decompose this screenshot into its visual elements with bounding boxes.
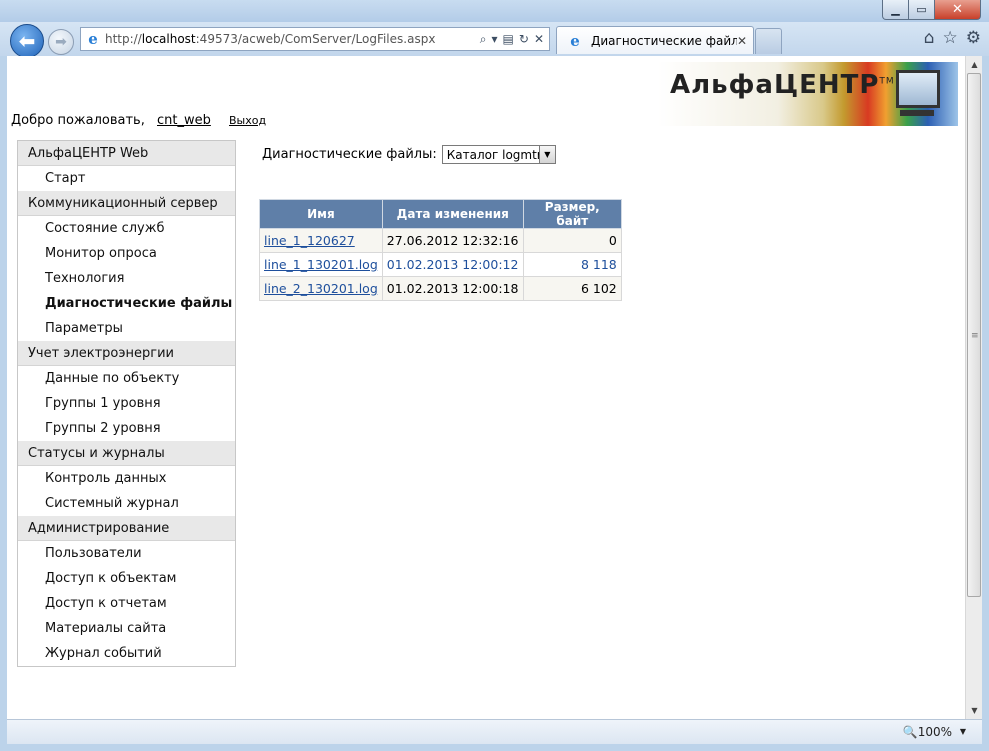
catalog-select-value: Каталог logmtr (446, 147, 539, 162)
ie-logo-icon: e (88, 30, 98, 48)
menu-item-diagnostic-files[interactable]: Диагностические файлы (18, 291, 235, 316)
files-table: Имя Дата изменения Размер, байт line_1_1… (259, 199, 622, 301)
back-button[interactable]: ⬅ (10, 24, 44, 58)
logout-link[interactable]: Выход (229, 114, 266, 127)
menu-item-groups-level-2[interactable]: Группы 2 уровня (18, 416, 235, 441)
menu-item-poll-monitor[interactable]: Монитор опроса (18, 241, 235, 266)
file-size: 6 102 (522, 276, 622, 301)
filter-label: Диагностические файлы: (262, 147, 437, 162)
address-bar[interactable]: e http://localhost:49573/acweb/ComServer… (80, 27, 550, 51)
file-date: 01.02.2013 12:00:18 (381, 276, 524, 301)
menu-item-technology[interactable]: Технология (18, 266, 235, 291)
home-icon[interactable]: ⌂ (924, 28, 935, 48)
url-text[interactable]: http://localhost:49573/acweb/ComServer/L… (105, 32, 480, 46)
column-header-date[interactable]: Дата изменения (381, 199, 524, 229)
file-name-link[interactable]: line_1_130201.log (259, 252, 383, 277)
vertical-scrollbar[interactable]: ▲ ≡ ▼ (965, 56, 982, 719)
table-header-row: Имя Дата изменения Размер, байт (259, 199, 622, 229)
monitor-stand-icon (900, 110, 934, 116)
close-icon: ✕ (952, 2, 963, 17)
menu-item-groups-level-1[interactable]: Группы 1 уровня (18, 391, 235, 416)
browser-statusbar: 🔍100% ▼ (7, 719, 982, 744)
menu-group-energy-accounting[interactable]: Учет электроэнергии (18, 341, 235, 366)
column-header-size[interactable]: Размер, байт (522, 199, 622, 229)
scrollbar-thumb[interactable]: ≡ (967, 73, 981, 597)
side-menu: АльфаЦЕНТР Web Старт Коммуникационный се… (17, 140, 236, 667)
table-row: line_1_120627 27.06.2012 12:32:16 0 (259, 228, 622, 253)
table-row: line_1_130201.log 01.02.2013 12:00:12 8 … (259, 252, 622, 277)
minimize-button[interactable]: ▁ (882, 0, 909, 20)
gear-icon[interactable]: ⚙ (966, 28, 981, 48)
welcome-text: Добро пожаловать, (11, 113, 145, 128)
zoom-level: 100% (917, 725, 952, 739)
menu-item-start[interactable]: Старт (18, 166, 235, 191)
minimize-icon: ▁ (891, 3, 900, 16)
address-actions: ⌕ ▾ ▤ ↻ ✕ (480, 32, 549, 47)
scroll-up-icon[interactable]: ▲ (966, 56, 983, 73)
browser-tools: ⌂ ☆ ⚙ (924, 28, 981, 48)
window-titlebar: ▁ ▭ ✕ (0, 0, 989, 22)
menu-item-parameters[interactable]: Параметры (18, 316, 235, 341)
page-viewport: АльфаЦЕНТРTM Добро пожаловать, cnt_web В… (7, 56, 965, 719)
table-row: line_2_130201.log 01.02.2013 12:00:18 6 … (259, 276, 622, 301)
scroll-down-icon[interactable]: ▼ (966, 702, 983, 719)
menu-group-statuses-logs[interactable]: Статусы и журналы (18, 441, 235, 466)
menu-item-object-access[interactable]: Доступ к объектам (18, 566, 235, 591)
monitor-icon (896, 70, 940, 108)
ie-logo-icon: e (570, 31, 580, 50)
arrow-left-icon: ⬅ (18, 29, 36, 53)
new-tab-button[interactable] (755, 28, 782, 54)
column-header-name[interactable]: Имя (259, 199, 383, 229)
welcome-line: Добро пожаловать, cnt_web Выход (11, 113, 266, 128)
menu-item-report-access[interactable]: Доступ к отчетам (18, 591, 235, 616)
logo-text: АльфаЦЕНТРTM (670, 70, 895, 100)
refresh-icon[interactable]: ↻ (519, 32, 529, 47)
browser-navbar: ⬅ ➡ e http://localhost:49573/acweb/ComSe… (0, 22, 989, 58)
menu-item-site-materials[interactable]: Материалы сайта (18, 616, 235, 641)
file-size: 8 118 (522, 252, 622, 277)
tab-diagnostic-files[interactable]: e Диагностические файлы ✕ (556, 26, 754, 54)
username-link[interactable]: cnt_web (157, 113, 211, 128)
window-controls: ▁ ▭ ✕ (882, 0, 981, 20)
zoom-control[interactable]: 🔍100% (903, 725, 952, 739)
search-icon[interactable]: ⌕ (480, 32, 487, 47)
tab-title: Диагностические файлы (591, 33, 737, 48)
chevron-down-icon[interactable]: ▼ (960, 727, 966, 736)
zoom-magnifier-icon: 🔍 (902, 725, 918, 739)
forward-button[interactable]: ➡ (48, 29, 74, 55)
file-size: 0 (522, 228, 622, 253)
file-date: 27.06.2012 12:32:16 (381, 228, 524, 253)
maximize-button[interactable]: ▭ (909, 0, 935, 20)
close-window-button[interactable]: ✕ (935, 0, 981, 20)
favorites-star-icon[interactable]: ☆ (943, 28, 958, 48)
menu-item-system-log[interactable]: Системный журнал (18, 491, 235, 516)
menu-group-comm-server[interactable]: Коммуникационный сервер (18, 191, 235, 216)
maximize-icon: ▭ (916, 3, 927, 16)
stop-icon[interactable]: ✕ (534, 32, 544, 47)
menu-item-data-control[interactable]: Контроль данных (18, 466, 235, 491)
compatibility-icon[interactable]: ▤ (503, 32, 514, 47)
menu-group-administration[interactable]: Администрирование (18, 516, 235, 541)
file-date: 01.02.2013 12:00:12 (381, 252, 524, 277)
catalog-select[interactable]: Каталог logmtr ▼ (441, 145, 556, 164)
file-name-link[interactable]: line_2_130201.log (259, 276, 383, 301)
menu-group-alfacenter-web[interactable]: АльфаЦЕНТР Web (18, 141, 235, 166)
chevron-down-icon[interactable]: ▼ (538, 146, 555, 163)
arrow-right-icon: ➡ (55, 34, 67, 50)
menu-item-object-data[interactable]: Данные по объекту (18, 366, 235, 391)
alfacenter-logo: АльфаЦЕНТРTM (658, 62, 958, 126)
menu-item-services-status[interactable]: Состояние служб (18, 216, 235, 241)
files-filter: Диагностические файлы: Каталог logmtr ▼ (262, 145, 556, 164)
menu-item-event-log[interactable]: Журнал событий (18, 641, 235, 666)
file-name-link[interactable]: line_1_120627 (259, 228, 383, 253)
chevron-down-icon[interactable]: ▾ (492, 32, 498, 47)
grip-icon: ≡ (971, 331, 979, 341)
menu-item-users[interactable]: Пользователи (18, 541, 235, 566)
tab-close-icon[interactable]: ✕ (737, 34, 747, 48)
